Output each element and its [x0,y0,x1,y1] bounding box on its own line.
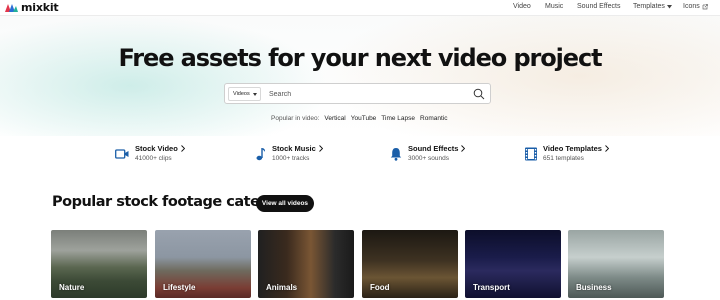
category-label: Lifestyle [163,283,196,292]
bell-icon [390,148,402,161]
nav-templates-label: Templates [633,3,665,10]
category-label: Food [370,283,390,292]
category-label: Nature [59,283,85,292]
film-strip-icon [525,147,537,161]
chevron-right-icon [605,145,609,152]
external-link-icon [702,3,708,9]
logo-text: mixkit [21,1,59,14]
category-card-food[interactable]: Food [362,230,458,298]
video-camera-icon [115,149,129,159]
popular-keyword[interactable]: YouTube [351,115,377,122]
category-card-business[interactable]: Business [568,230,664,298]
nav-video[interactable]: Video [513,3,531,10]
popular-keyword[interactable]: Romantic [420,115,447,122]
category-label: Animals [266,283,298,292]
nav-sound-effects[interactable]: Sound Effects [577,3,620,10]
nav-templates[interactable]: Templates [633,3,672,10]
music-note-icon [256,148,266,161]
nav-music[interactable]: Music [545,3,563,10]
mixkit-logo-icon [5,4,18,12]
asset-name: Stock Music [272,144,316,153]
search-bar: Videos [224,83,491,104]
top-navigation: mixkit Video Music Sound Effects Templat… [0,0,720,16]
nav-icons-label: Icons [683,3,700,10]
category-label: Transport [473,283,510,292]
asset-count: 41000+ clips [135,155,172,162]
asset-name: Sound Effects [408,144,459,153]
view-all-videos-button[interactable]: View all videos [256,195,314,212]
category-card-nature[interactable]: Nature [51,230,147,298]
asset-count: 3000+ sounds [408,155,450,162]
popular-label: Popular in video: [271,115,320,122]
asset-stock-music[interactable]: Stock Music 1000+ tracks [256,144,323,162]
nav-icons[interactable]: Icons [683,3,708,10]
popular-keyword[interactable]: Time Lapse [381,115,415,122]
category-card-transport[interactable]: Transport [465,230,561,298]
asset-count: 1000+ tracks [272,155,310,162]
popular-keyword[interactable]: Vertical [324,115,345,122]
asset-video-templates[interactable]: Video Templates 651 templates [525,144,609,162]
asset-sound-effects[interactable]: Sound Effects 3000+ sounds [390,144,466,162]
category-card-animals[interactable]: Animals [258,230,354,298]
search-type-value: Videos [233,91,250,97]
asset-count: 651 templates [543,155,584,162]
category-card-lifestyle[interactable]: Lifestyle [155,230,251,298]
caret-down-icon [252,92,257,96]
caret-down-icon [666,4,672,8]
search-input[interactable] [269,87,469,101]
chevron-right-icon [461,145,466,152]
asset-name: Stock Video [135,144,178,153]
chevron-right-icon [318,145,323,152]
page-title: Free assets for your next video project [118,44,603,72]
logo[interactable]: mixkit [5,1,59,14]
search-icon[interactable] [473,88,485,100]
category-label: Business [576,283,612,292]
asset-name: Video Templates [543,144,602,153]
chevron-right-icon [180,145,185,152]
search-type-select[interactable]: Videos [228,87,261,101]
asset-stock-video[interactable]: Stock Video 41000+ clips [115,144,185,162]
popular-keywords: Popular in video: Vertical YouTube Time … [271,115,447,122]
